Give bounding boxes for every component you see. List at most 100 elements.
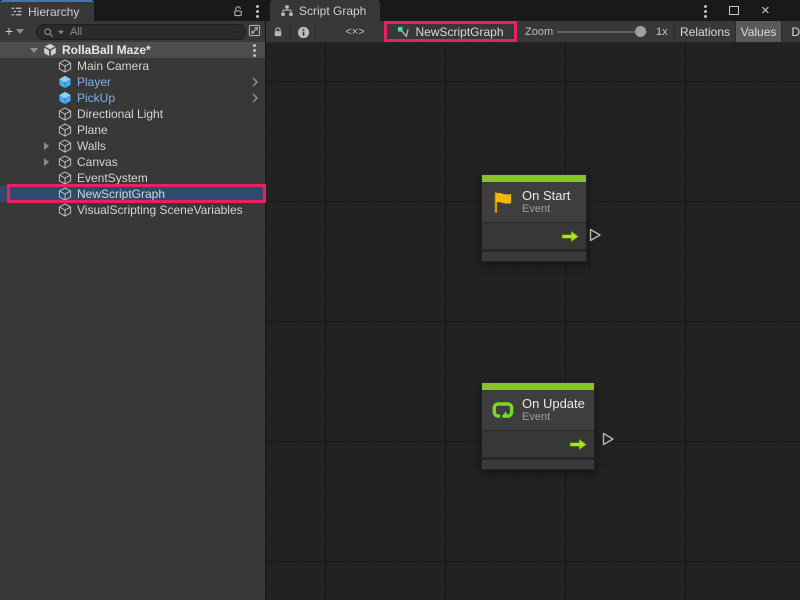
unlock-icon[interactable]	[232, 5, 244, 17]
search-placeholder: All	[70, 26, 82, 38]
item-label: VisualScripting SceneVariables	[77, 203, 243, 217]
close-icon[interactable]: ×	[761, 3, 770, 18]
node-title: On Update	[522, 396, 585, 411]
flag-icon	[490, 189, 516, 215]
tab-hierarchy-label: Hierarchy	[28, 5, 79, 19]
window-controls: ×	[704, 0, 800, 21]
gameobject-icon	[58, 155, 72, 169]
script-graph-panel: Script Graph ×	[266, 0, 800, 600]
on-start-output-port-icon[interactable]	[588, 227, 602, 243]
flow-output-arrow-icon[interactable]	[560, 230, 580, 243]
zoom-value: 1x	[656, 21, 668, 43]
search-popout-button[interactable]	[248, 24, 261, 42]
node-footer	[482, 457, 594, 469]
add-dropdown-caret-icon	[16, 29, 24, 34]
item-label: NewScriptGraph	[77, 187, 165, 201]
node-subtitle: Event	[522, 411, 585, 424]
gameobject-icon	[58, 59, 72, 73]
zoom-label: Zoom	[525, 21, 553, 43]
item-label: Plane	[77, 123, 108, 137]
prefab-icon	[58, 91, 72, 105]
info-icon	[297, 26, 310, 39]
scene-name: RollaBall Maze*	[62, 43, 151, 57]
breadcrumb-newscriptgraph[interactable]: NewScriptGraph	[384, 21, 517, 43]
hierarchy-item-walls[interactable]: Walls	[0, 138, 266, 154]
prefab-open-chevron-icon[interactable]	[251, 76, 259, 91]
hierarchy-panel: Hierarchy + All	[0, 0, 266, 600]
item-label: Player	[77, 75, 111, 89]
scene-header[interactable]: RollaBall Maze*	[0, 42, 265, 58]
hierarchy-item-visualscripting-scenevariables[interactable]: VisualScripting SceneVariables	[0, 202, 266, 218]
values-label: Values	[741, 25, 777, 39]
hierarchy-menu-kebab-icon[interactable]	[256, 5, 259, 8]
hierarchy-item-main-camera[interactable]: Main Camera	[0, 58, 266, 74]
gameobject-icon	[58, 123, 72, 137]
node-accent-bar	[482, 175, 586, 182]
graph-tabbar: Script Graph ×	[266, 0, 800, 21]
unity-scene-icon	[43, 43, 57, 57]
lock-icon	[272, 26, 284, 38]
add-plus-label: +	[5, 23, 13, 39]
gameobject-icon	[58, 171, 72, 185]
scene-foldout-icon[interactable]	[30, 48, 38, 53]
hierarchy-item-directional-light[interactable]: Directional Light	[0, 106, 266, 122]
panel-menu-kebab-icon[interactable]	[704, 5, 707, 8]
values-toggle-button[interactable]: Values	[736, 21, 781, 43]
node-on-start[interactable]: On Start Event	[481, 174, 587, 262]
graph-canvas[interactable]: On Start Event	[266, 43, 800, 600]
dim-toggle-button[interactable]: Dim	[782, 21, 800, 43]
on-update-output-port-icon[interactable]	[601, 431, 615, 447]
hierarchy-tabbar: Hierarchy	[0, 0, 265, 21]
loop-icon	[490, 397, 516, 423]
item-label: Main Camera	[77, 59, 149, 73]
scene-kebab-icon[interactable]	[253, 44, 256, 47]
foldout-closed-icon[interactable]	[44, 158, 49, 166]
node-accent-bar	[482, 383, 594, 390]
relations-label: Relations	[680, 25, 730, 39]
dim-label: Dim	[791, 25, 800, 39]
gameobject-icon	[58, 107, 72, 121]
hierarchy-item-eventsystem[interactable]: EventSystem	[0, 170, 266, 186]
unity-editor-window: Hierarchy + All	[0, 0, 800, 600]
relations-toggle-button[interactable]: Relations	[675, 21, 735, 43]
search-input[interactable]: All	[36, 24, 246, 40]
tab-script-graph-label: Script Graph	[299, 4, 366, 18]
graph-toolbar: <×> NewScriptGraph Zoom 1x Relations Val…	[266, 21, 800, 43]
gameobject-icon	[58, 187, 72, 201]
flow-output-arrow-icon[interactable]	[568, 438, 588, 451]
item-label: PickUp	[77, 91, 115, 105]
tab-hierarchy[interactable]: Hierarchy	[0, 0, 94, 21]
script-graph-asset-icon	[397, 26, 410, 39]
tab-script-graph[interactable]: Script Graph	[270, 0, 380, 21]
hierarchy-toolbar: + All	[0, 21, 265, 42]
popout-icon	[248, 24, 261, 37]
add-gameobject-button[interactable]: +	[5, 23, 24, 39]
prefab-icon	[58, 75, 72, 89]
hierarchy-item-pickup[interactable]: PickUp	[0, 90, 266, 106]
prefab-open-chevron-icon[interactable]	[251, 92, 259, 107]
graph-variables-button[interactable]: <×>	[334, 21, 376, 43]
node-title: On Start	[522, 188, 570, 203]
gameobject-icon	[58, 203, 72, 217]
graph-info-button[interactable]	[291, 21, 315, 43]
hierarchy-list-icon	[10, 5, 23, 18]
zoom-slider-handle[interactable]	[635, 26, 646, 37]
hierarchy-item-canvas[interactable]: Canvas	[0, 154, 266, 170]
search-icon	[43, 27, 54, 38]
graph-lock-button[interactable]	[266, 21, 290, 43]
hierarchy-item-newscriptgraph[interactable]: NewScriptGraph	[0, 186, 266, 202]
hierarchy-item-plane[interactable]: Plane	[0, 122, 266, 138]
foldout-closed-icon[interactable]	[44, 142, 49, 150]
search-filter-caret-icon	[58, 30, 64, 34]
variables-glyph: <×>	[345, 26, 364, 38]
hierarchy-item-player[interactable]: Player	[0, 74, 266, 90]
hierarchy-tree: Main Camera Player PickUp	[0, 58, 266, 218]
maximize-icon[interactable]	[729, 6, 739, 15]
zoom-slider[interactable]	[557, 31, 647, 33]
node-footer	[482, 249, 586, 261]
gameobject-icon	[58, 139, 72, 153]
node-subtitle: Event	[522, 203, 570, 216]
node-on-update[interactable]: On Update Event	[481, 382, 595, 470]
breadcrumb-label: NewScriptGraph	[415, 25, 503, 39]
item-label: Directional Light	[77, 107, 163, 121]
